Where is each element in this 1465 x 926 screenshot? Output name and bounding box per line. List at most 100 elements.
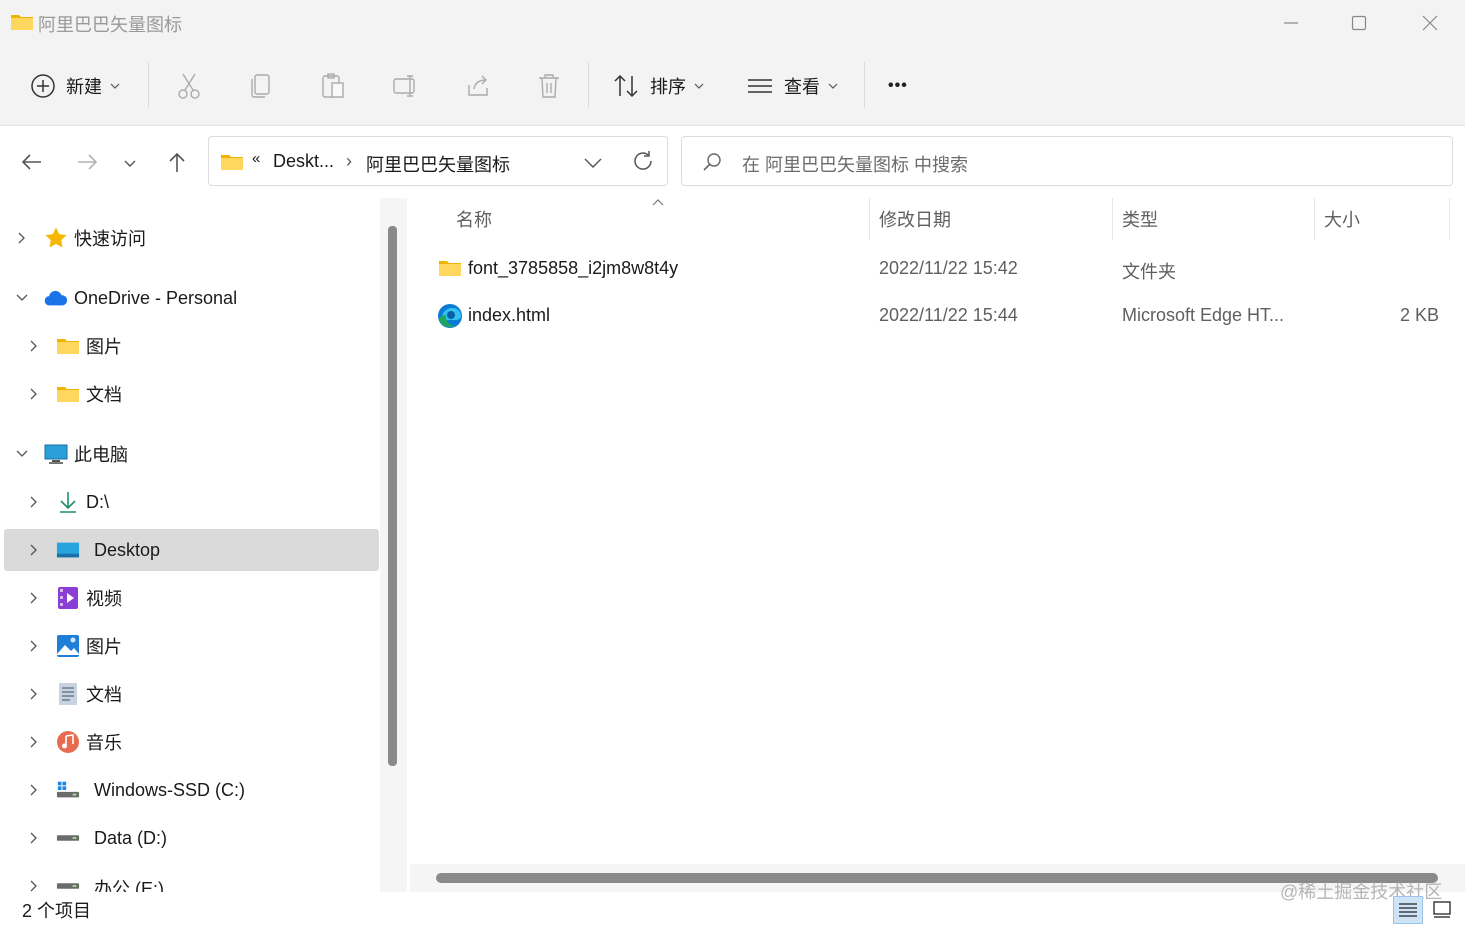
- chevron-down-icon: [124, 160, 136, 167]
- chevron-right-icon[interactable]: [28, 496, 40, 508]
- folder-icon: [56, 334, 80, 358]
- sidebar-item-onedrive-documents[interactable]: 文档: [4, 373, 379, 415]
- chevron-right-icon[interactable]: [28, 688, 40, 700]
- chevron-right-icon[interactable]: [28, 388, 40, 400]
- close-button[interactable]: [1395, 0, 1465, 46]
- sidebar-item-videos[interactable]: 视频: [4, 577, 379, 619]
- sidebar-item-documents[interactable]: 文档: [4, 673, 379, 715]
- rename-button[interactable]: [392, 66, 420, 106]
- recent-locations-button[interactable]: [124, 156, 136, 174]
- sidebar-item-label: 此电脑: [74, 445, 128, 465]
- more-options-button[interactable]: •••: [888, 66, 908, 106]
- minimize-button[interactable]: [1256, 0, 1326, 46]
- column-header-type[interactable]: 类型: [1113, 198, 1313, 240]
- chevron-right-icon[interactable]: [28, 880, 40, 892]
- sidebar-scrollbar-thumb[interactable]: [388, 226, 397, 766]
- star-icon: [44, 226, 68, 250]
- sidebar-item-pictures[interactable]: 图片: [4, 625, 379, 667]
- sidebar-item-label: Windows-SSD (C:): [94, 779, 246, 800]
- toolbar-divider: [588, 62, 589, 108]
- list-view-icon: [748, 79, 772, 93]
- breadcrumb-overflow[interactable]: «: [252, 150, 260, 167]
- tiles-view-button[interactable]: [1428, 896, 1456, 924]
- drive-icon: [56, 826, 80, 850]
- details-view-button[interactable]: [1393, 896, 1423, 924]
- arrow-left-icon: [21, 154, 41, 170]
- up-button[interactable]: [165, 150, 189, 179]
- chevron-right-icon[interactable]: [28, 340, 40, 352]
- chevron-right-icon[interactable]: [28, 832, 40, 844]
- sidebar-item-label: 视频: [86, 589, 122, 609]
- new-label: 新建: [66, 77, 102, 97]
- sidebar-item-label: D:\: [86, 491, 110, 512]
- search-input[interactable]: 在 阿里巴巴矢量图标 中搜索: [742, 151, 968, 177]
- column-header-modified[interactable]: 修改日期: [870, 198, 1111, 240]
- file-type: Microsoft Edge HT...: [1122, 305, 1285, 325]
- navigation-pane: 快速访问 OneDrive - Personal 图片 文档 此电脑 D:\ D…: [0, 198, 408, 892]
- sort-label: 排序: [650, 77, 686, 97]
- chevron-right-icon[interactable]: [28, 736, 40, 748]
- chevron-down-icon[interactable]: [16, 292, 28, 304]
- title-bar: [0, 0, 1465, 46]
- details-view-icon: [1399, 903, 1417, 917]
- sidebar-item-drive-e[interactable]: 办公 (E:): [4, 865, 379, 892]
- chevron-right-icon[interactable]: [28, 544, 40, 556]
- monitor-icon: [44, 442, 68, 466]
- column-header-size[interactable]: 大小: [1315, 198, 1449, 240]
- sidebar-item-quick-access[interactable]: 快速访问: [4, 217, 379, 259]
- sidebar-item-drive-d[interactable]: Data (D:): [4, 817, 379, 859]
- folder-icon: [56, 382, 80, 406]
- table-row[interactable]: font_3785858_i2jm8w8t4y 2022/11/22 15:42…: [430, 248, 1450, 292]
- sidebar-item-this-pc[interactable]: 此电脑: [4, 433, 379, 475]
- column-header-name[interactable]: 名称: [430, 198, 868, 240]
- sidebar-item-label: 办公 (E:): [94, 879, 164, 892]
- toolbar-divider: [148, 62, 149, 108]
- address-history-button[interactable]: [584, 156, 602, 174]
- toolbar-divider: [864, 62, 865, 108]
- forward-button[interactable]: [75, 150, 99, 179]
- sidebar-item-label: 文档: [86, 385, 122, 405]
- sidebar-item-onedrive-pictures[interactable]: 图片: [4, 325, 379, 367]
- sidebar-item-drive-c[interactable]: Windows-SSD (C:): [4, 769, 379, 811]
- command-bar: [0, 46, 1465, 126]
- sidebar-item-desktop[interactable]: Desktop: [4, 529, 379, 571]
- back-button[interactable]: [20, 150, 44, 179]
- sidebar-item-downloads[interactable]: D:\: [4, 481, 379, 523]
- cut-button[interactable]: [176, 66, 202, 106]
- new-button[interactable]: 新建: [30, 66, 120, 106]
- file-name: index.html: [468, 305, 551, 325]
- view-button[interactable]: 查看: [746, 66, 838, 106]
- maximize-button[interactable]: [1324, 0, 1394, 46]
- download-icon: [56, 490, 80, 514]
- refresh-button[interactable]: [632, 150, 654, 177]
- sidebar-item-onedrive[interactable]: OneDrive - Personal: [4, 277, 379, 319]
- plus-circle-icon: [31, 74, 55, 98]
- delete-button[interactable]: [536, 66, 562, 106]
- copy-button[interactable]: [248, 66, 274, 106]
- chevron-right-icon[interactable]: [16, 232, 28, 244]
- chevron-right-icon[interactable]: [28, 592, 40, 604]
- column-divider[interactable]: [1449, 198, 1450, 240]
- windows-drive-icon: [56, 778, 80, 802]
- column-header-label: 修改日期: [879, 210, 951, 230]
- table-row[interactable]: index.html 2022/11/22 15:44 Microsoft Ed…: [430, 295, 1450, 339]
- breadcrumb-current[interactable]: 阿里巴巴矢量图标: [366, 151, 510, 177]
- sidebar-item-label: 图片: [86, 637, 122, 657]
- chevron-down-icon[interactable]: [16, 448, 28, 460]
- sort-icon: [614, 74, 638, 98]
- tiles-view-icon: [1433, 901, 1451, 918]
- desktop-icon: [56, 538, 80, 562]
- share-icon: [468, 75, 488, 96]
- sidebar-item-label: Desktop: [94, 539, 161, 560]
- sort-button[interactable]: 排序: [612, 66, 704, 106]
- breadcrumb-separator[interactable]: ›: [346, 151, 352, 172]
- share-button[interactable]: [464, 66, 492, 106]
- chevron-right-icon[interactable]: [28, 640, 40, 652]
- arrow-right-icon: [78, 154, 98, 170]
- chevron-right-icon[interactable]: [28, 784, 40, 796]
- view-label: 查看: [784, 77, 820, 97]
- breadcrumb-desktop[interactable]: Deskt...: [273, 151, 334, 172]
- sidebar-item-music[interactable]: 音乐: [4, 721, 379, 763]
- minimize-icon: [1284, 22, 1298, 24]
- paste-button[interactable]: [320, 66, 346, 106]
